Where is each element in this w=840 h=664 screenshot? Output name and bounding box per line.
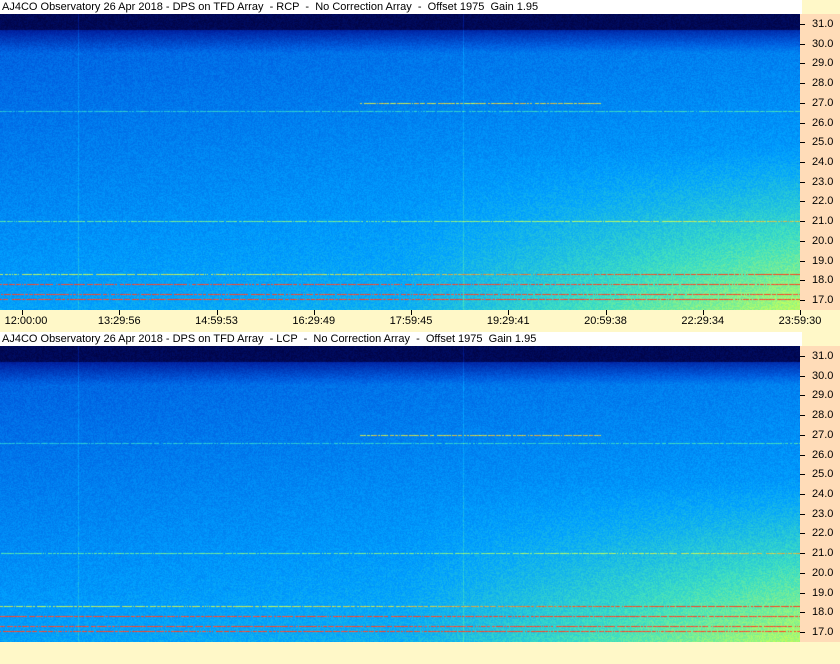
frequency-tick bbox=[800, 355, 805, 357]
frequency-tick-label: 30.0 bbox=[812, 369, 834, 382]
frequency-tick bbox=[800, 280, 805, 282]
frequency-tick bbox=[800, 102, 805, 104]
frequency-tick-label: 25.0 bbox=[812, 136, 834, 149]
frequency-tick bbox=[800, 240, 805, 242]
frequency-tick-label: 23.0 bbox=[812, 175, 834, 188]
time-axis: 12:00:00 13:29:56 14:59:53 16:29:49 17:59:45… bbox=[0, 310, 840, 328]
frequency-tick bbox=[800, 260, 805, 262]
frequency-tick bbox=[800, 533, 805, 535]
frequency-tick bbox=[800, 181, 805, 183]
time-tick-label: 12:00:00 bbox=[4, 315, 48, 327]
frequency-tick-label: 28.0 bbox=[812, 409, 834, 422]
time-tick-label: 17:59:45 bbox=[389, 315, 433, 327]
frequency-tick-label: 19.0 bbox=[812, 586, 834, 599]
frequency-tick bbox=[800, 122, 805, 124]
frequency-tick bbox=[800, 300, 805, 302]
frequency-tick-label: 21.0 bbox=[812, 547, 834, 560]
frequency-tick bbox=[800, 43, 805, 45]
panel-title-rcp: AJ4CO Observatory 26 Apr 2018 - DPS on T… bbox=[0, 0, 802, 14]
frequency-tick bbox=[800, 632, 805, 634]
frequency-tick-label: 17.0 bbox=[812, 294, 834, 307]
frequency-tick bbox=[800, 162, 805, 163]
time-tick-label: 13:29:56 bbox=[97, 315, 141, 327]
frequency-tick bbox=[800, 553, 805, 555]
frequency-tick bbox=[800, 592, 805, 594]
frequency-tick bbox=[800, 454, 805, 456]
frequency-tick-label: 20.0 bbox=[812, 566, 834, 579]
frequency-tick-label: 31.0 bbox=[812, 349, 834, 362]
frequency-axis-lcp: 31.0 30.0 29.0 28.0 27.0 26.0 25.0 24.0 23.0 22.0… bbox=[800, 346, 840, 642]
frequency-tick bbox=[800, 612, 805, 614]
frequency-tick-label: 24.0 bbox=[812, 156, 834, 168]
panel-title-lcp: AJ4CO Observatory 26 Apr 2018 - DPS on T… bbox=[0, 332, 802, 346]
frequency-tick-label: 28.0 bbox=[812, 77, 834, 90]
frequency-tick bbox=[800, 395, 805, 397]
bottom-margin bbox=[0, 644, 840, 664]
frequency-tick-label: 19.0 bbox=[812, 254, 834, 267]
frequency-tick-label: 24.0 bbox=[812, 488, 834, 500]
frequency-tick-label: 30.0 bbox=[812, 37, 834, 50]
frequency-tick-label: 27.0 bbox=[812, 428, 834, 441]
frequency-tick-label: 18.0 bbox=[812, 606, 834, 619]
frequency-tick bbox=[800, 474, 805, 476]
frequency-tick-label: 17.0 bbox=[812, 626, 834, 639]
frequency-tick bbox=[800, 513, 805, 515]
time-tick-label: 19:29:41 bbox=[486, 315, 530, 327]
frequency-tick-label: 26.0 bbox=[812, 116, 834, 129]
frequency-tick-label: 25.0 bbox=[812, 468, 834, 481]
frequency-tick-label: 23.0 bbox=[812, 507, 834, 520]
frequency-tick bbox=[800, 83, 805, 85]
frequency-tick-label: 20.0 bbox=[812, 234, 834, 247]
time-tick-label: 20:59:38 bbox=[584, 315, 627, 327]
frequency-tick-label: 18.0 bbox=[812, 274, 834, 287]
frequency-tick bbox=[800, 142, 805, 144]
frequency-tick-label: 31.0 bbox=[812, 17, 834, 30]
frequency-tick bbox=[800, 434, 805, 436]
frequency-tick-label: 29.0 bbox=[812, 57, 834, 70]
frequency-tick bbox=[800, 23, 805, 25]
frequency-tick bbox=[800, 201, 805, 203]
frequency-tick-label: 29.0 bbox=[812, 389, 834, 402]
frequency-tick-label: 22.0 bbox=[812, 527, 834, 540]
frequency-tick-label: 21.0 bbox=[812, 215, 834, 228]
frequency-tick bbox=[800, 572, 805, 574]
spectrogram-lcp bbox=[0, 346, 800, 642]
time-tick-label: 14:59:53 bbox=[195, 315, 238, 327]
frequency-tick bbox=[800, 221, 805, 223]
time-tick-label: 23:59:30 bbox=[778, 315, 822, 327]
frequency-tick bbox=[800, 375, 805, 377]
frequency-tick bbox=[800, 63, 805, 65]
frequency-tick bbox=[800, 494, 805, 495]
frequency-tick-label: 22.0 bbox=[812, 195, 834, 208]
time-tick-label: 16:29:49 bbox=[292, 315, 336, 327]
frequency-tick-label: 26.0 bbox=[812, 448, 834, 461]
time-tick-label: 22:29:34 bbox=[681, 315, 725, 327]
frequency-tick bbox=[800, 415, 805, 417]
frequency-axis-rcp: 31.0 30.0 29.0 28.0 27.0 26.0 25.0 24.0 23.0 22.0… bbox=[800, 14, 840, 310]
frequency-tick-label: 27.0 bbox=[812, 96, 834, 109]
spectrogram-rcp bbox=[0, 14, 800, 310]
